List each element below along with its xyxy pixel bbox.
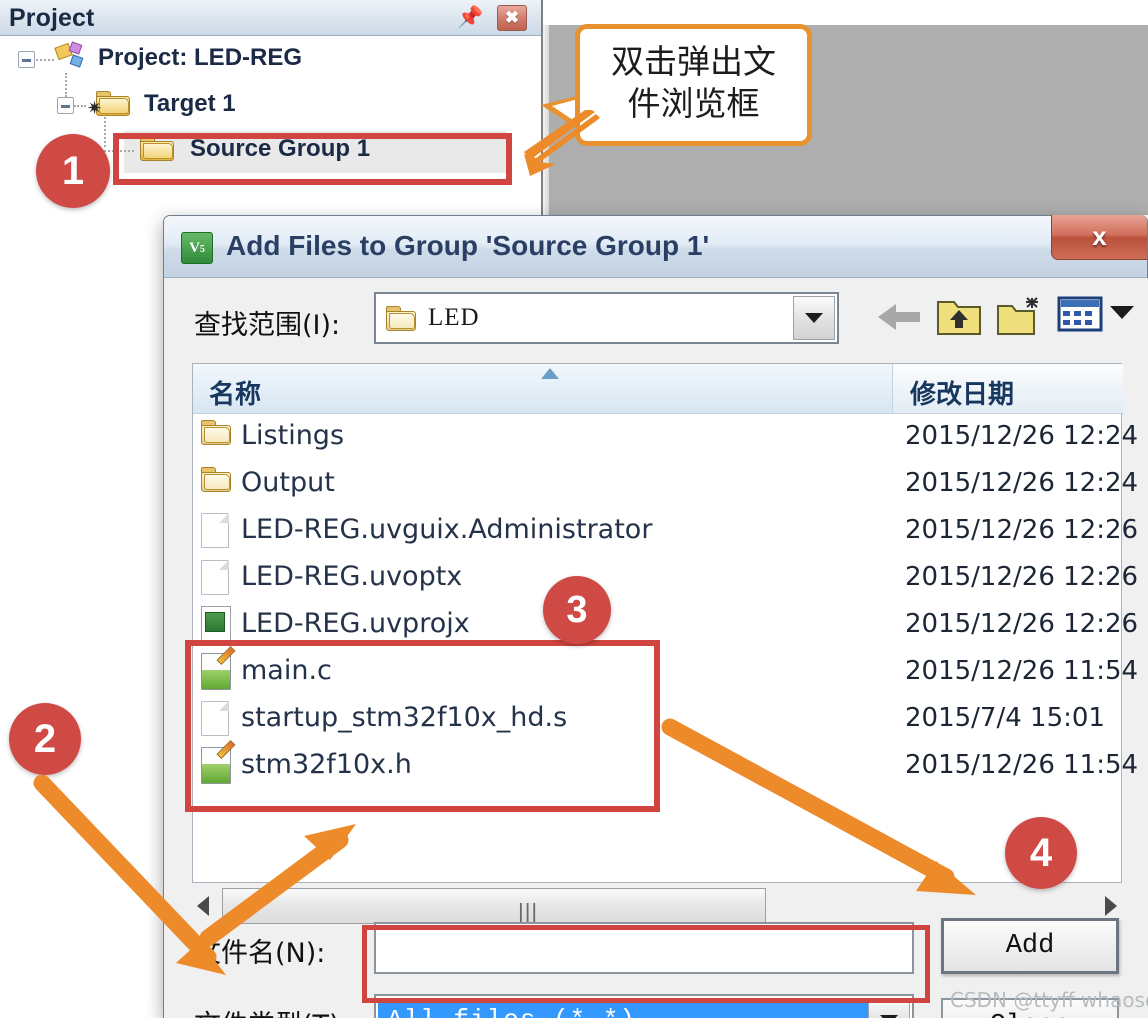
filename-label: 文件名(N): (194, 931, 325, 970)
scrollbar-thumb[interactable]: ||| (222, 888, 766, 924)
file-name: LED-REG.uvguix.Administrator (241, 514, 653, 545)
uvision-icon: V5 (181, 232, 213, 264)
project-icon (54, 41, 86, 69)
list-item[interactable]: Output 2015/12/26 12:24 (193, 461, 1138, 508)
tree-connector (36, 59, 54, 61)
folder-icon (386, 306, 416, 331)
file-date: 2015/12/26 11:54 (905, 750, 1139, 780)
up-folder-icon[interactable] (936, 294, 982, 338)
folder-icon (201, 467, 231, 492)
file-date: 2015/12/26 12:26 (905, 515, 1139, 545)
list-item[interactable]: Listings 2015/12/26 12:24 (193, 414, 1138, 461)
add-files-dialog: V5 Add Files to Group 'Source Group 1' x… (163, 215, 1148, 1018)
filetype-label-accel: (T) (302, 1010, 340, 1018)
step-badge-1: 1 (36, 134, 110, 208)
expander-icon[interactable] (18, 51, 35, 68)
page-title: Project (9, 4, 95, 32)
dialog-title: Add Files to Group 'Source Group 1' (226, 230, 710, 261)
expander-icon[interactable] (57, 97, 74, 114)
step-badge-3: 3 (543, 576, 611, 644)
uvprojx-icon (201, 606, 231, 643)
filetype-label-text: 文件类型 (194, 1010, 302, 1018)
lookin-combobox[interactable]: LED (374, 292, 839, 344)
filetype-label: 文件类型(T): (194, 1003, 349, 1018)
folder-icon (201, 420, 231, 445)
new-folder-icon[interactable] (996, 294, 1042, 338)
lookin-label: 查找范围(I): (194, 303, 340, 342)
chevron-down-icon[interactable] (1110, 306, 1134, 319)
file-date: 2015/12/26 12:26 (905, 609, 1139, 639)
tree-item-project[interactable]: Project: LED-REG (0, 37, 543, 83)
callout-bubble: 双击弹出文 件浏览框 (575, 24, 812, 146)
file-date: 2015/12/26 12:24 (905, 468, 1139, 498)
tree-connector-vertical (65, 73, 67, 97)
lookin-label-colon: : (331, 310, 341, 341)
file-name: Output (241, 467, 335, 498)
views-icon[interactable] (1057, 294, 1103, 336)
callout-line-2: 件浏览框 (627, 84, 760, 124)
column-header-date-label: 修改日期 (910, 380, 1015, 410)
filename-label-accel: (N) (275, 938, 317, 969)
close-icon[interactable]: ✖ (497, 5, 527, 31)
list-item[interactable]: LED-REG.uvoptx 2015/12/26 12:26 (193, 555, 1138, 602)
chevron-right-icon[interactable] (1105, 896, 1117, 916)
file-icon (201, 560, 229, 595)
highlight-source-group (113, 133, 512, 185)
tree-connector (74, 105, 86, 107)
step-badge-4: 4 (1005, 817, 1077, 889)
tree-item-target[interactable]: ✷ Target 1 (0, 73, 543, 129)
back-arrow-icon[interactable] (876, 294, 924, 340)
pin-icon[interactable]: 📌 (457, 6, 483, 30)
sort-ascending-icon (541, 368, 559, 379)
file-name: Listings (241, 420, 345, 451)
watermark: CSDN @ttyff whaosoft (950, 988, 1148, 1012)
filename-label-text: 文件名 (194, 938, 275, 969)
callout-line-1: 双击弹出文 (611, 42, 776, 81)
tree-connector-vertical (104, 117, 106, 147)
tree-item-label: Target 1 (144, 90, 236, 117)
column-header-name[interactable]: 名称 (193, 364, 893, 413)
filename-label-colon: : (316, 938, 326, 969)
column-header-date[interactable]: 修改日期 (894, 364, 1123, 413)
highlight-filetype (362, 925, 930, 1003)
lookin-value: LED (428, 304, 480, 331)
column-header-name-label: 名称 (209, 380, 262, 410)
file-name: LED-REG.uvprojx (241, 608, 470, 639)
chevron-left-icon[interactable] (197, 896, 209, 916)
file-date: 2015/12/26 12:24 (905, 421, 1139, 451)
step-badge-2: 2 (9, 703, 81, 775)
lookin-label-text: 查找范围 (194, 310, 302, 341)
file-date: 2015/7/4 15:01 (905, 703, 1105, 733)
file-icon (201, 513, 229, 548)
dialog-titlebar: V5 Add Files to Group 'Source Group 1' x (164, 215, 1147, 278)
highlight-source-files (185, 640, 660, 812)
lookin-label-accel: (I) (302, 310, 332, 341)
file-list-header: 名称 修改日期 (193, 364, 1123, 414)
dialog-close-button[interactable]: x (1051, 215, 1147, 260)
chevron-down-icon[interactable] (793, 296, 835, 340)
screenshot-root: Project 📌 ✖ Project: LED-REG ✷ Target 1 … (0, 0, 1148, 1018)
gear-icon: ✷ (87, 98, 103, 118)
file-date: 2015/12/26 12:26 (905, 562, 1139, 592)
project-panel-header: Project 📌 ✖ (0, 0, 541, 36)
filetype-label-colon: : (340, 1010, 349, 1018)
list-item[interactable]: LED-REG.uvguix.Administrator 2015/12/26 … (193, 508, 1138, 555)
file-date: 2015/12/26 11:54 (905, 656, 1139, 686)
file-name: LED-REG.uvoptx (241, 561, 463, 592)
tree-item-label: Project: LED-REG (98, 44, 303, 71)
add-button[interactable]: Add (941, 918, 1119, 974)
target-folder-icon: ✷ (87, 91, 130, 117)
